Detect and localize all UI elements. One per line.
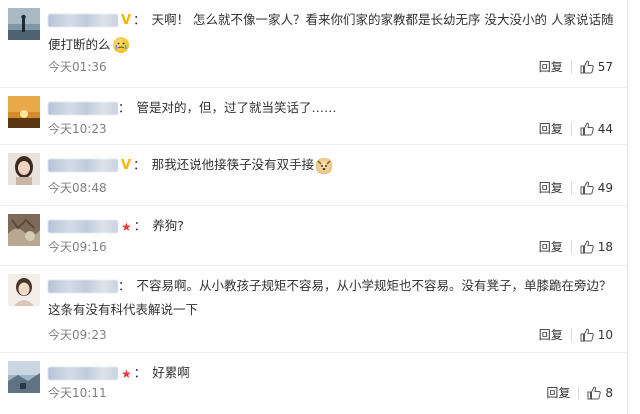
timestamp: 今天10:11 bbox=[48, 386, 107, 400]
comment-content: ★： 好累啊 bbox=[48, 361, 618, 386]
avatar[interactable] bbox=[8, 214, 40, 246]
comment-text: 养狗? bbox=[152, 218, 184, 233]
comment-item: ★： 养狗? 今天09:16 回复 18 bbox=[0, 206, 627, 266]
like-button[interactable]: 49 bbox=[580, 181, 613, 195]
divider bbox=[570, 60, 572, 74]
like-count: 49 bbox=[597, 181, 613, 195]
reply-button[interactable]: 回复 bbox=[539, 328, 563, 342]
comment-item: ★： 好累啊 今天10:11 回复 8 bbox=[0, 353, 627, 414]
divider bbox=[570, 181, 572, 195]
like-button[interactable]: 8 bbox=[587, 386, 613, 400]
like-count: 8 bbox=[605, 386, 613, 400]
comment-content: ：不容易啊。从小教孩子规矩不容易，从小学规矩也不容易。没有凳子，单膝跪在旁边？这… bbox=[48, 274, 618, 322]
star-badge-icon: ★ bbox=[121, 219, 132, 234]
thumbs-up-icon bbox=[580, 240, 594, 254]
timestamp: 今天09:23 bbox=[48, 328, 107, 342]
like-button[interactable]: 57 bbox=[580, 60, 613, 74]
comment-meta: 今天01:36 回复 57 bbox=[48, 60, 613, 74]
comment-item: ：不容易啊。从小教孩子规矩不容易，从小学规矩也不容易。没有凳子，单膝跪在旁边？这… bbox=[0, 266, 627, 353]
comment-content: ： 管是对的，但，过了就当笑话了…… bbox=[48, 96, 618, 120]
username[interactable] bbox=[48, 280, 118, 293]
comment-meta: 今天10:23 回复 44 bbox=[48, 122, 613, 136]
comment-item: ： 管是对的，但，过了就当笑话了…… 今天10:23 回复 44 bbox=[0, 88, 627, 145]
avatar[interactable] bbox=[8, 274, 40, 306]
timestamp: 今天09:16 bbox=[48, 240, 107, 254]
colon: ： bbox=[133, 12, 146, 27]
like-button[interactable]: 44 bbox=[580, 122, 613, 136]
comment-text: 好累啊 bbox=[152, 365, 190, 380]
comment-text: 管是对的，但，过了就当笑话了…… bbox=[136, 100, 337, 115]
reply-button[interactable]: 回复 bbox=[539, 181, 563, 195]
timestamp: 今天01:36 bbox=[48, 60, 107, 74]
cry-emoji-icon bbox=[112, 37, 129, 53]
username[interactable] bbox=[48, 220, 118, 233]
colon: ： bbox=[133, 365, 147, 380]
comment-actions: 回复 44 bbox=[539, 122, 613, 136]
like-button[interactable]: 10 bbox=[580, 328, 613, 342]
timestamp: 今天10:23 bbox=[48, 122, 107, 136]
divider bbox=[570, 328, 572, 342]
colon: ： bbox=[133, 218, 147, 233]
divider bbox=[570, 122, 572, 136]
divider bbox=[578, 386, 580, 400]
avatar[interactable] bbox=[8, 153, 40, 185]
avatar[interactable] bbox=[8, 96, 40, 128]
reply-button[interactable]: 回复 bbox=[546, 386, 570, 400]
avatar[interactable] bbox=[8, 361, 40, 393]
username[interactable] bbox=[48, 14, 118, 27]
colon: ： bbox=[133, 157, 146, 172]
like-button[interactable]: 18 bbox=[580, 240, 613, 254]
timestamp: 今天08:48 bbox=[48, 181, 107, 195]
comment-actions: 回复 18 bbox=[539, 240, 613, 254]
verified-v-icon: V bbox=[121, 12, 132, 28]
thumbs-up-icon bbox=[580, 328, 594, 342]
reply-button[interactable]: 回复 bbox=[539, 60, 563, 74]
avatar[interactable] bbox=[8, 8, 40, 40]
colon: ： bbox=[118, 100, 131, 115]
comment-text: 不容易啊。从小教孩子规矩不容易，从小学规矩也不容易。没有凳子，单膝跪在旁边？这条… bbox=[48, 278, 612, 317]
comment-actions: 回复 57 bbox=[539, 60, 613, 74]
comment-item: V： 那我还说他接筷子没有双手接 今天08:48 回复 49 bbox=[0, 145, 627, 206]
thumbs-up-icon bbox=[580, 181, 594, 195]
comment-actions: 回复 8 bbox=[546, 386, 613, 400]
username[interactable] bbox=[48, 159, 118, 172]
thumbs-up-icon bbox=[587, 386, 602, 400]
comment-text: 那我还说他接筷子没有双手接 bbox=[151, 157, 315, 172]
username[interactable] bbox=[48, 102, 118, 115]
star-badge-icon: ★ bbox=[121, 366, 132, 381]
comment-actions: 回复 49 bbox=[539, 181, 613, 195]
thumbs-up-icon bbox=[580, 60, 594, 74]
comment-meta: 今天10:11 回复 8 bbox=[48, 386, 613, 400]
comment-list: V：天啊！ 怎么就不像一家人？看来你们家的家教都是长幼无序 没大没小的 人家说话… bbox=[0, 0, 628, 414]
comment-content: V： 那我还说他接筷子没有双手接 bbox=[48, 153, 618, 178]
comment-content: V：天啊！ 怎么就不像一家人？看来你们家的家教都是长幼无序 没大没小的 人家说话… bbox=[48, 8, 618, 57]
reply-button[interactable]: 回复 bbox=[539, 240, 563, 254]
colon: ： bbox=[118, 278, 131, 293]
thumbs-up-icon bbox=[580, 122, 594, 136]
like-count: 57 bbox=[597, 60, 613, 74]
like-count: 10 bbox=[597, 328, 613, 342]
comment-meta: 今天09:23 回复 10 bbox=[48, 328, 613, 342]
username[interactable] bbox=[48, 367, 118, 380]
divider bbox=[570, 240, 572, 254]
like-count: 18 bbox=[597, 240, 613, 254]
reply-button[interactable]: 回复 bbox=[539, 122, 563, 136]
dog-emoji-icon bbox=[316, 157, 333, 174]
comment-actions: 回复 10 bbox=[539, 328, 613, 342]
verified-v-icon: V bbox=[121, 157, 132, 173]
comment-content: ★： 养狗? bbox=[48, 214, 618, 239]
like-count: 44 bbox=[597, 122, 613, 136]
comment-meta: 今天09:16 回复 18 bbox=[48, 240, 613, 254]
comment-item: V：天啊！ 怎么就不像一家人？看来你们家的家教都是长幼无序 没大没小的 人家说话… bbox=[0, 0, 627, 88]
comment-meta: 今天08:48 回复 49 bbox=[48, 181, 613, 195]
